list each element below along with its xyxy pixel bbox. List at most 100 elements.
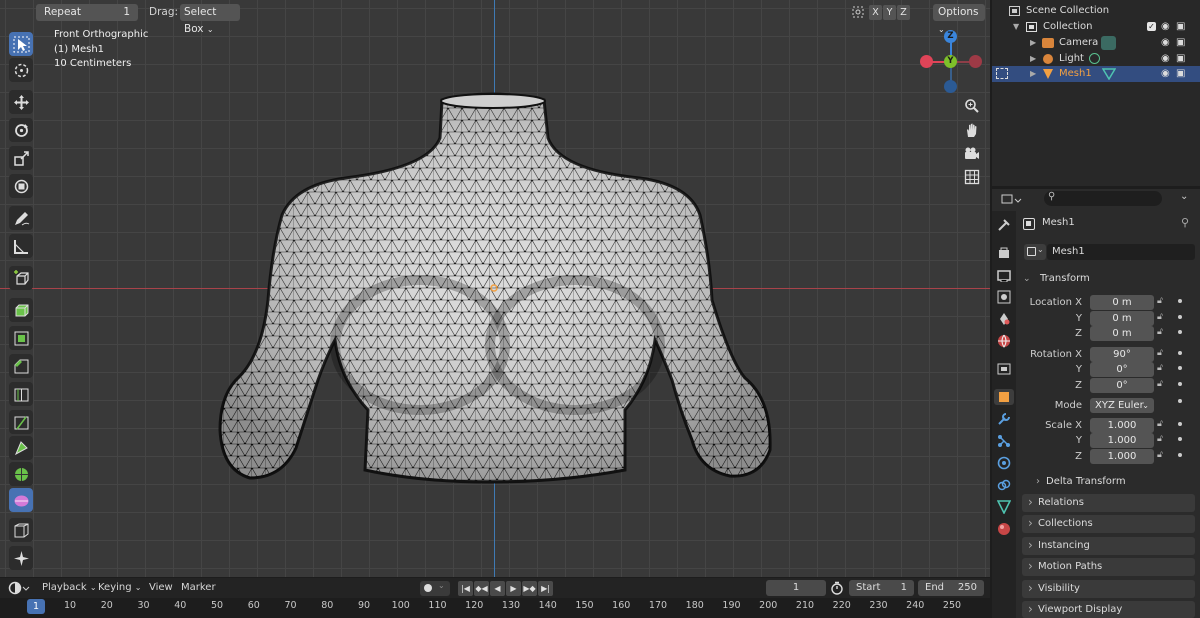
eye-icon[interactable]: ◉ [1161, 35, 1170, 51]
play-reverse-icon[interactable]: ◀ [490, 581, 505, 596]
outliner-scene-collection[interactable]: Scene Collection [992, 3, 1200, 19]
constraints-tab-icon[interactable] [996, 477, 1012, 493]
camera-render-icon[interactable]: ▣ [1176, 35, 1185, 51]
material-tab-icon[interactable] [996, 521, 1012, 537]
mirror-x-button[interactable]: X [869, 5, 882, 20]
location-z-field[interactable]: 0 m [1090, 326, 1154, 341]
mirror-y-button[interactable]: Y [883, 5, 896, 20]
relations-panel[interactable]: Relations [1022, 493, 1195, 512]
lock-icon[interactable]: 🔓︎ [1157, 348, 1163, 358]
lock-icon[interactable]: 🔓︎ [1157, 450, 1163, 460]
tool-transform[interactable] [9, 174, 33, 198]
editor-type-icon[interactable] [1000, 192, 1024, 208]
mirror-z-button[interactable]: Z [897, 5, 910, 20]
expand-down-icon[interactable]: ▼ [1013, 19, 1019, 35]
keyframe-dot-icon[interactable] [1178, 351, 1182, 355]
lock-icon[interactable]: 🔓︎ [1157, 419, 1163, 429]
eye-icon[interactable]: ◉ [1161, 19, 1170, 35]
camera-render-icon[interactable]: ▣ [1176, 66, 1185, 82]
gizmo-neg-z-axis[interactable] [944, 80, 957, 93]
checkbox-icon[interactable]: ✓ [1147, 22, 1156, 31]
light-data-icon[interactable] [1089, 53, 1100, 64]
keyframe-dot-icon[interactable] [1178, 382, 1182, 386]
camera-view-icon[interactable] [962, 144, 982, 164]
options-dropdown[interactable]: Options ⌄ [933, 4, 985, 34]
motion-paths-panel[interactable]: Motion Paths [1022, 557, 1195, 576]
lock-icon[interactable]: 🔓︎ [1157, 312, 1163, 322]
marker-menu[interactable]: Marker [181, 580, 216, 596]
outliner-item-mesh1[interactable]: ▶ Mesh1 ◉ ▣ [992, 66, 1200, 82]
next-keyframe-icon[interactable]: ▶◆ [522, 581, 537, 596]
physics-tab-icon[interactable] [996, 455, 1012, 471]
keyframe-dot-icon[interactable] [1178, 422, 1182, 426]
expand-right-icon[interactable]: ▶ [1030, 51, 1036, 67]
outliner-item-light[interactable]: ▶ Light ◉ ▣ [992, 51, 1200, 67]
eye-icon[interactable]: ◉ [1161, 66, 1170, 82]
start-frame-field[interactable]: Start 1 [849, 580, 914, 596]
tool-inset[interactable] [9, 326, 33, 350]
outliner-item-camera[interactable]: ▶ Camera ◉ ▣ [992, 35, 1200, 51]
tool-spin[interactable] [9, 462, 33, 486]
view-menu[interactable]: View [149, 580, 173, 596]
outliner[interactable]: Scene Collection ▼ Collection ✓ ◉ ▣ ▶ Ca… [992, 0, 1200, 186]
view-layer-tab-icon[interactable] [996, 289, 1012, 305]
viewport-display-panel[interactable]: Viewport Display [1022, 600, 1195, 618]
timeline[interactable]: Playback ⌄ Keying ⌄ View Marker ⌄ |◀ ◆◀ … [0, 578, 990, 618]
keyframe-dot-icon[interactable] [1178, 330, 1182, 334]
tool-scale[interactable] [9, 146, 33, 170]
lock-icon[interactable]: 🔓︎ [1157, 363, 1163, 373]
rotation-x-field[interactable]: 90° [1090, 347, 1154, 362]
rotation-mode-dropdown[interactable]: XYZ Euler ⌄ [1090, 398, 1154, 413]
keyframe-dot-icon[interactable] [1178, 399, 1182, 403]
camera-render-icon[interactable]: ▣ [1176, 51, 1185, 67]
particles-tab-icon[interactable] [996, 433, 1012, 449]
jump-end-icon[interactable]: ▶| [538, 581, 553, 596]
tool-measure[interactable] [9, 234, 33, 258]
keyframe-dot-icon[interactable] [1178, 315, 1182, 319]
gizmo-z-axis[interactable]: Z [944, 30, 957, 43]
mesh-data-icon[interactable] [1102, 68, 1116, 80]
playhead[interactable]: 1 [27, 599, 45, 614]
rotation-z-field[interactable]: 0° [1090, 378, 1154, 393]
scene-tab-icon[interactable] [996, 311, 1012, 327]
lock-icon[interactable]: 🔓︎ [1157, 379, 1163, 389]
3d-viewport[interactable]: Repeat 1 Drag: Select Box ⌄ X Y Z Option… [0, 0, 990, 577]
tool-knife[interactable] [9, 410, 33, 434]
play-icon[interactable]: ▶ [506, 581, 521, 596]
render-tab-icon[interactable] [996, 245, 1012, 261]
keyframe-record-button[interactable]: ⌄ [420, 581, 450, 596]
scale-z-field[interactable]: 1.000 [1090, 449, 1154, 464]
tool-loop-cut[interactable] [9, 382, 33, 406]
output-tab-icon[interactable] [996, 267, 1012, 283]
world-tab-icon[interactable] [996, 333, 1012, 349]
object-tab-icon[interactable] [994, 389, 1014, 405]
collections-panel[interactable]: Collections [1022, 514, 1195, 533]
tool-annotate[interactable] [9, 206, 33, 230]
tool-cursor[interactable] [9, 58, 33, 82]
delta-transform-header[interactable]: › Delta Transform [1036, 474, 1196, 490]
tool-smooth[interactable] [9, 488, 33, 512]
search-input[interactable]: ⚲ [1044, 191, 1162, 206]
prev-keyframe-icon[interactable]: ◆◀ [474, 581, 489, 596]
visibility-panel[interactable]: Visibility [1022, 579, 1195, 598]
tool-extrude[interactable] [9, 298, 33, 322]
pin-icon[interactable]: ⚲ [1181, 216, 1189, 229]
object-name-field[interactable]: Mesh1 [1047, 244, 1195, 260]
expand-right-icon[interactable]: ▶ [1030, 35, 1036, 51]
keyframe-dot-icon[interactable] [1178, 453, 1182, 457]
tool-rotate[interactable] [9, 118, 33, 142]
stopwatch-icon[interactable] [830, 581, 844, 595]
camera-data-icon[interactable] [1101, 36, 1116, 50]
chevron-down-icon[interactable]: ⌄ [1180, 191, 1188, 202]
lock-icon[interactable]: 🔓︎ [1157, 296, 1163, 306]
transform-panel-header[interactable]: ⌄ Transform [1023, 271, 1193, 287]
tool-tab-icon[interactable] [996, 217, 1012, 233]
tool-poly-build[interactable] [9, 436, 33, 460]
current-frame-field[interactable]: 1 [766, 580, 826, 596]
instancing-panel[interactable]: Instancing [1022, 536, 1195, 555]
gizmo-x-axis[interactable] [969, 55, 982, 68]
lock-icon[interactable]: 🔓︎ [1157, 434, 1163, 444]
tool-rip[interactable] [9, 546, 33, 570]
expand-right-icon[interactable]: ▶ [1030, 66, 1036, 82]
hand-pan-icon[interactable] [962, 120, 982, 140]
